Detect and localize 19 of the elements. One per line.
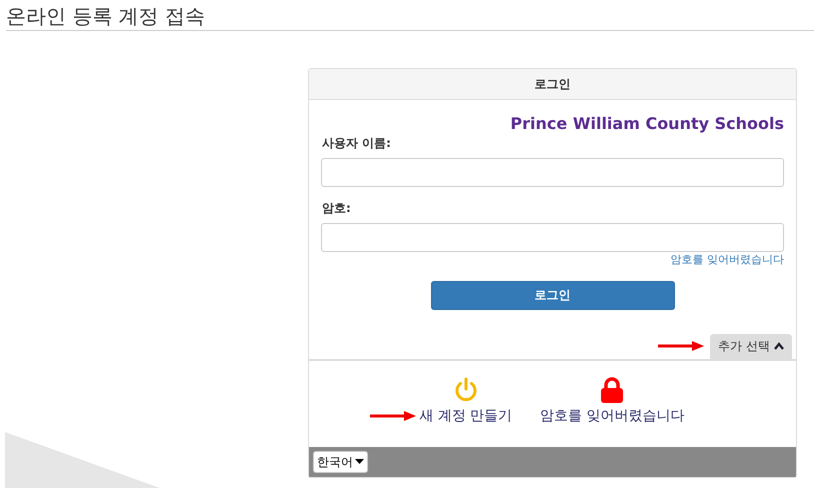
caret-icon [355, 459, 364, 464]
forgot-password-link[interactable]: 암호를 잊어버렸습니다 [670, 252, 784, 268]
chevron-up-icon [774, 342, 784, 350]
lock-icon [600, 376, 624, 402]
pointer-arrow-icon [658, 341, 704, 351]
panel-title: 로그인 [309, 69, 796, 100]
more-options-tab[interactable]: 추가 선택 [710, 334, 792, 358]
input-field[interactable] [321, 223, 784, 252]
brand-name: Prince William County Schools [509, 114, 784, 134]
pointer-arrow-icon [370, 411, 416, 421]
power-icon [453, 376, 480, 402]
option-link[interactable]: 새 계정 만들기 [419, 406, 512, 426]
field-label: 암호: [322, 200, 351, 217]
option-link[interactable]: 암호를 잊어버렸습니다 [540, 406, 685, 426]
input-field[interactable] [321, 158, 784, 187]
field-label: 사용자 이름: [322, 135, 391, 152]
login-button[interactable]: 로그인 [430, 280, 674, 310]
page-title: 온라인 등록 계정 접속 [5, 3, 206, 30]
language-select[interactable]: 한국어 [313, 450, 368, 472]
